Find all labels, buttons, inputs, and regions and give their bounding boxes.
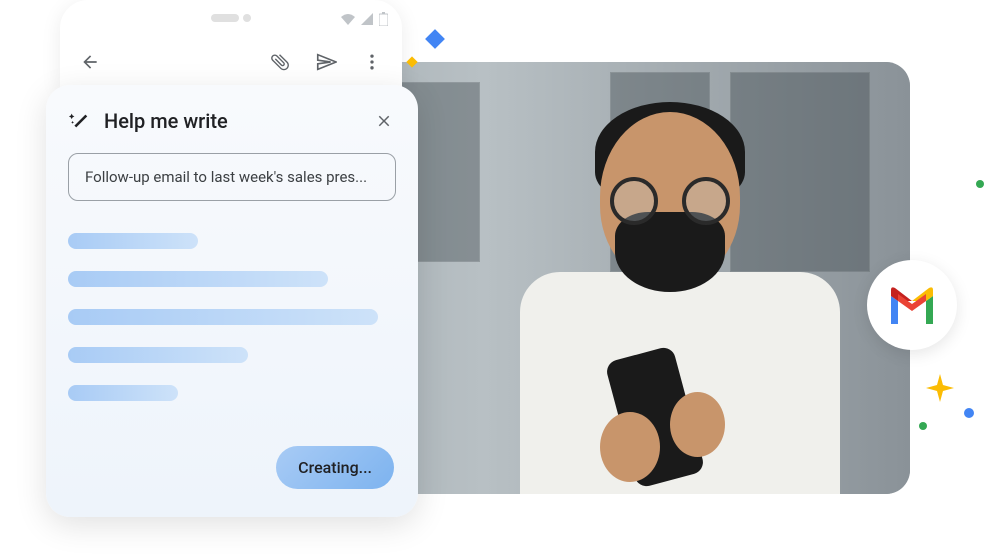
- send-icon[interactable]: [314, 50, 338, 74]
- more-vert-icon[interactable]: [360, 50, 384, 74]
- modal-header: Help me write: [68, 109, 396, 133]
- back-arrow-icon[interactable]: [78, 50, 102, 74]
- phone-notch: [206, 14, 256, 22]
- sparkle-decoration: [425, 29, 445, 49]
- attachment-icon[interactable]: [268, 50, 292, 74]
- skeleton-line: [68, 233, 198, 249]
- wifi-icon: [341, 13, 355, 28]
- gmail-badge: [867, 260, 957, 350]
- sparkle-decoration: [926, 374, 954, 406]
- skeleton-line: [68, 309, 378, 325]
- creating-status: Creating...: [276, 446, 394, 489]
- skeleton-line: [68, 271, 328, 287]
- prompt-input[interactable]: Follow-up email to last week's sales pre…: [68, 153, 396, 201]
- phone-frame: [60, 0, 402, 90]
- gmail-logo-icon: [887, 286, 937, 324]
- compose-toolbar: [60, 40, 402, 84]
- loading-skeleton: [68, 233, 396, 401]
- sparkle-decoration: [964, 408, 974, 418]
- modal-title: Help me write: [104, 109, 228, 133]
- battery-icon: [379, 12, 388, 29]
- close-icon[interactable]: [372, 109, 396, 133]
- help-me-write-modal: Help me write Follow-up email to last we…: [46, 85, 418, 517]
- dot-decoration: [976, 180, 984, 188]
- signal-icon: [361, 13, 373, 28]
- sparkle-decoration: [919, 422, 927, 430]
- skeleton-line: [68, 347, 248, 363]
- status-bar: [341, 12, 388, 29]
- person-illustration: [480, 92, 880, 492]
- skeleton-line: [68, 385, 178, 401]
- magic-wand-icon: [68, 110, 90, 132]
